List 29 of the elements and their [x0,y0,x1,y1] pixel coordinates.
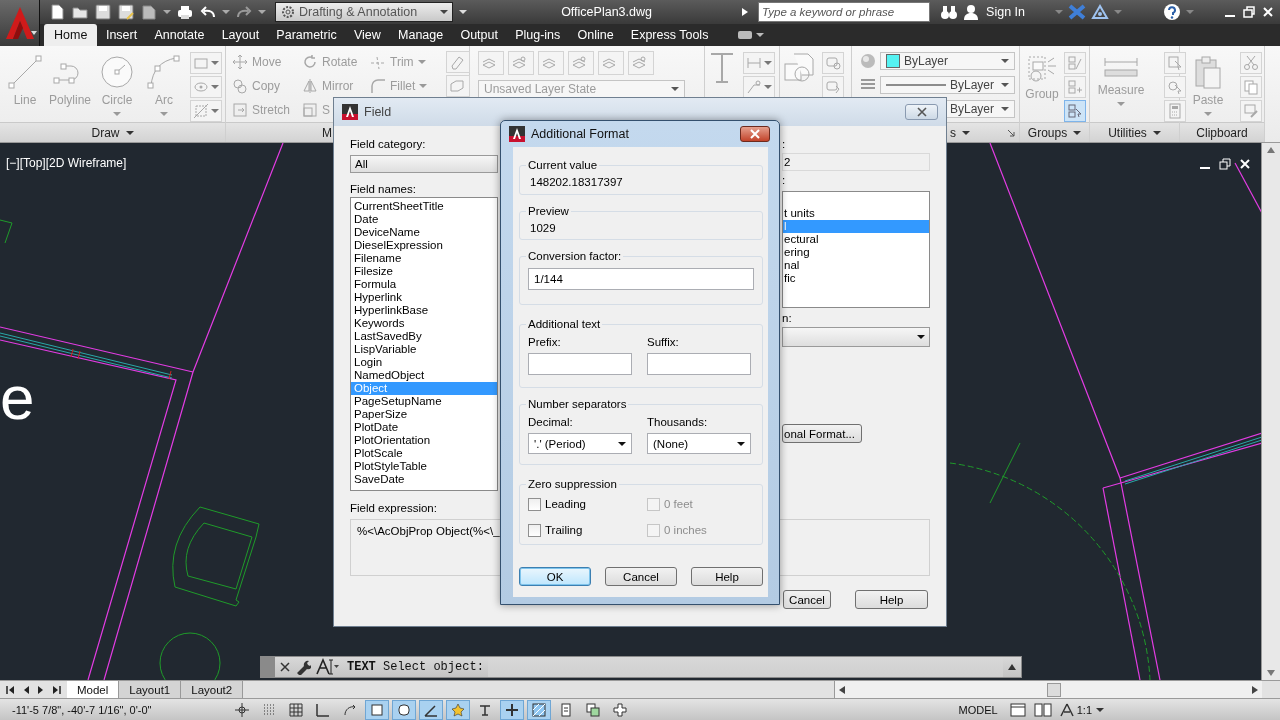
document-title: OfficePlan3.dwg [560,5,653,19]
group-label: Conversion factor: [527,249,623,263]
checkbox-label: Leading [545,498,586,510]
command-prompt: TEXT Select object: [347,660,484,674]
group-label: Preview [527,204,570,218]
group-label: Current value [527,158,599,172]
preview-value: 1029 [529,221,557,234]
dialog-title: Additional Format [531,127,630,141]
field-label: Field names: [350,182,417,196]
checkbox-label: 0 feet [664,498,693,510]
field-label: : [782,137,787,151]
checkbox-label: Trailing [545,524,583,536]
current-value: 148202.18317397 [529,175,624,188]
field-label: Suffix: [647,335,680,349]
field-label: Field expression: [350,501,437,515]
drawing-text: e [0,367,35,429]
coordinates-readout: -11'-5 7/8", -40'-7 1/16", 0'-0" [11,703,153,716]
group-label: Additional text [527,317,602,331]
group-label: Number separators [527,397,628,411]
field-label: : [782,173,787,187]
field-label: n: [782,311,793,325]
field-label: Prefix: [528,335,562,349]
field-label: Field category: [350,137,427,151]
group-label: Zero suppression [527,477,618,491]
field-label: Decimal: [528,415,574,429]
value-field: 2 [782,153,930,171]
field-label: Thousands: [647,415,709,429]
checkbox-label: 0 inches [664,524,707,536]
dialog-title: Field [364,105,393,119]
